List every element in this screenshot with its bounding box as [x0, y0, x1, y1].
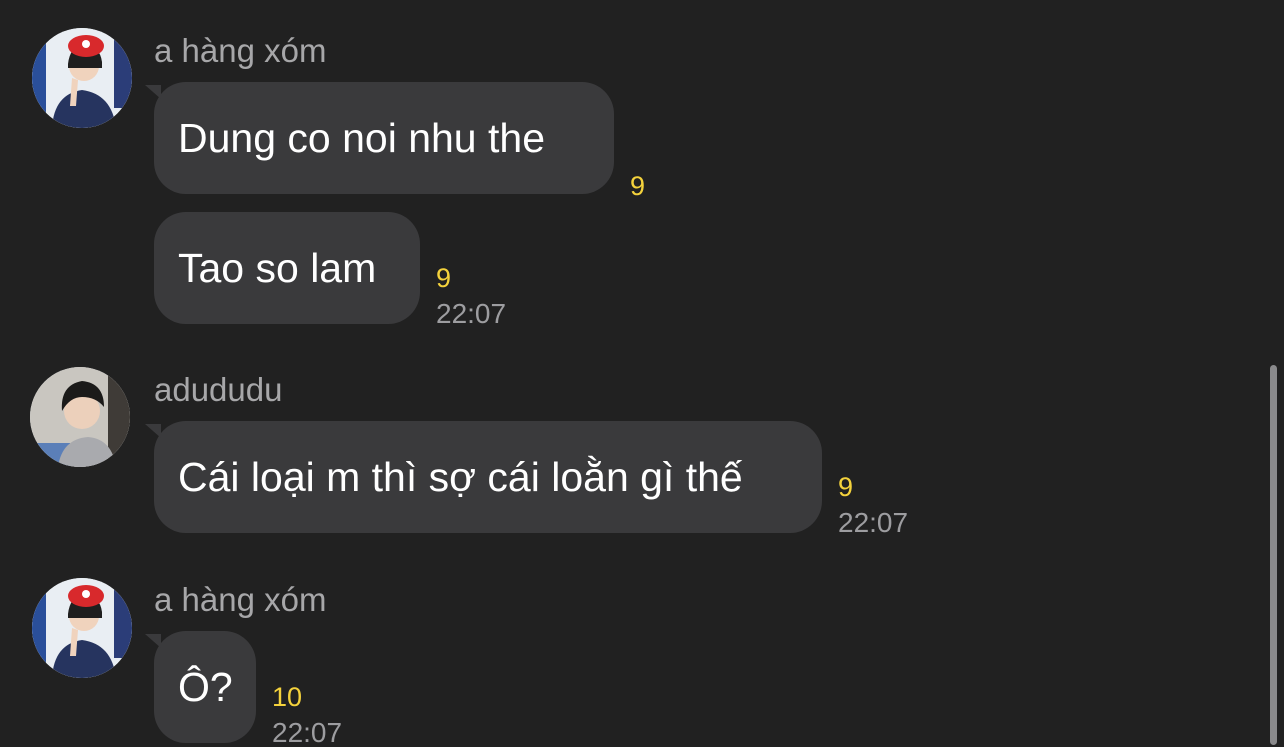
sender-name: a hàng xóm: [154, 581, 327, 618]
message-time: 22:07: [436, 298, 507, 329]
message-bubble[interactable]: Dung co noi nhu the: [145, 82, 614, 194]
message-text: Tao so lam: [178, 244, 377, 291]
unread-count: 9: [630, 171, 646, 201]
message-bubble[interactable]: Ô?: [145, 631, 256, 743]
avatar-a-hang-xom[interactable]: [32, 578, 132, 678]
message-text: Dung co noi nhu the: [178, 114, 545, 161]
message-text: Ô?: [178, 663, 233, 710]
message-text: Cái loại m thì sợ cái loằn gì thế: [178, 453, 743, 500]
profile-photo-dark-hair-icon: [30, 367, 130, 467]
avatar-a-hang-xom[interactable]: [32, 28, 132, 128]
sender-name: adududu: [154, 371, 283, 408]
unread-count: 10: [272, 682, 303, 712]
profile-photo-red-cap-icon: [32, 28, 132, 128]
avatar-adududu[interactable]: [30, 367, 130, 467]
message-bubble[interactable]: Cái loại m thì sợ cái loằn gì thế: [145, 421, 822, 533]
message-time: 22:07: [838, 507, 909, 538]
message-time: 22:07: [272, 717, 343, 747]
profile-photo-red-cap-icon: [32, 578, 132, 678]
message-bubble[interactable]: Tao so lam: [154, 212, 420, 324]
sender-name: a hàng xóm: [154, 32, 327, 69]
unread-count: 9: [838, 472, 854, 502]
chat-screen: a hàng xóm Dung co noi nhu the 9 Tao so …: [0, 0, 1284, 747]
scrollbar[interactable]: [1270, 365, 1277, 745]
unread-count: 9: [436, 263, 452, 293]
